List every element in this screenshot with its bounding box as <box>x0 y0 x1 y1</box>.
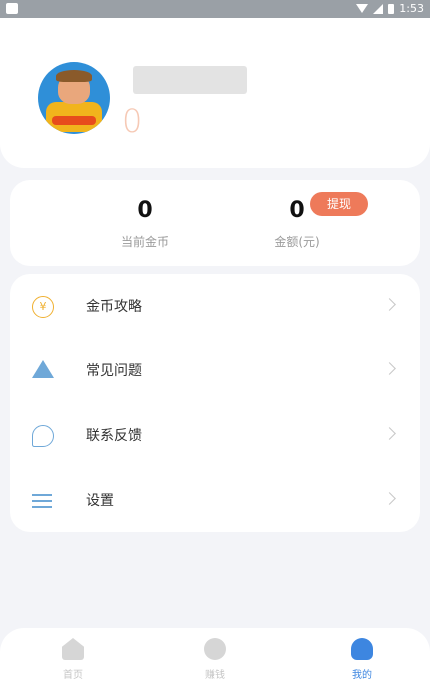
profile-icon <box>351 638 373 660</box>
profile-card: 0 <box>0 18 430 168</box>
chevron-right-icon <box>383 427 396 440</box>
menu-item-label: 常见问题 <box>86 363 142 379</box>
battery-icon <box>388 3 395 14</box>
menu-item-faq[interactable]: 常见问题 <box>10 340 420 400</box>
chevron-right-icon <box>383 492 396 505</box>
chat-icon <box>32 425 54 447</box>
amount-label: 金额(元) <box>274 235 320 249</box>
withdraw-button[interactable]: 提现 <box>310 192 368 216</box>
status-time: 1:53 <box>399 2 424 15</box>
notification-icon <box>6 3 18 14</box>
status-bar: 1:53 <box>0 0 430 18</box>
wifi-icon <box>356 4 369 13</box>
bottom-tab-bar: 首页 赚钱 我的 <box>0 628 430 690</box>
coins-card: 0 当前金币 0 金额(元) 提现 <box>10 180 420 266</box>
earn-icon <box>204 638 226 660</box>
tab-earn[interactable]: 赚钱 <box>185 638 245 681</box>
profile-count: 0 <box>122 102 143 140</box>
chevron-right-icon <box>383 362 396 375</box>
tab-label: 首页 <box>63 670 83 681</box>
current-coins-value: 0 <box>137 198 153 223</box>
menu-item-feedback[interactable]: 联系反馈 <box>10 405 420 465</box>
menu-item-label: 设置 <box>86 493 114 509</box>
signal-icon <box>373 3 384 14</box>
menu-list: ¥ 金币攻略 常见问题 联系反馈 设置 <box>10 274 420 532</box>
tab-label: 赚钱 <box>205 670 225 681</box>
tab-label: 我的 <box>352 670 372 681</box>
menu-item-coin-guide[interactable]: ¥ 金币攻略 <box>10 276 420 336</box>
tab-home[interactable]: 首页 <box>43 638 103 681</box>
menu-item-settings[interactable]: 设置 <box>10 470 420 530</box>
current-coins: 0 当前金币 <box>85 198 205 250</box>
coin-icon: ¥ <box>32 296 54 318</box>
status-icons: 1:53 <box>356 2 424 15</box>
current-coins-label: 当前金币 <box>120 235 169 249</box>
chevron-right-icon <box>383 298 396 311</box>
menu-item-label: 联系反馈 <box>86 428 142 444</box>
tab-mine[interactable]: 我的 <box>332 638 392 681</box>
username-placeholder <box>133 66 247 94</box>
avatar[interactable] <box>38 62 110 134</box>
menu-item-label: 金币攻略 <box>86 299 142 315</box>
warning-icon <box>32 360 54 378</box>
home-icon <box>62 638 84 660</box>
settings-icon <box>32 490 54 512</box>
